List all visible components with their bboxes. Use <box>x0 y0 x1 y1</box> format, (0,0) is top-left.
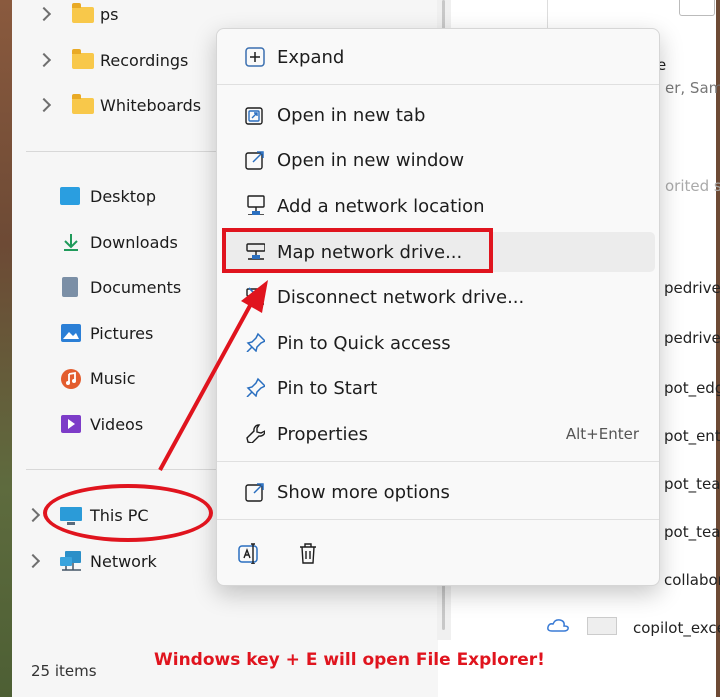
annotation-arrow <box>158 280 268 471</box>
annotation-caption: Windows key + E will open File Explorer! <box>154 650 545 670</box>
